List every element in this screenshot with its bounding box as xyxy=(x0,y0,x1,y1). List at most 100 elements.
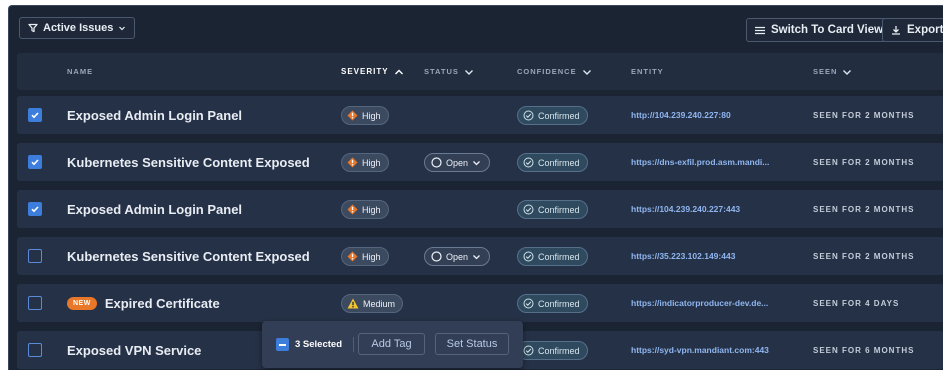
chevron-down-icon xyxy=(473,254,480,259)
confidence-label: Confirmed xyxy=(538,110,580,121)
table-row[interactable]: Kubernetes Sensitive Content Exposed High… xyxy=(17,237,943,275)
confidence-label: Confirmed xyxy=(538,157,580,168)
entity-link[interactable]: https://104.239.240.227:443 xyxy=(631,190,740,228)
diamond-exclamation-icon xyxy=(347,251,358,262)
severity-badge: High xyxy=(341,153,389,172)
status-dropdown[interactable]: Open xyxy=(424,153,491,172)
row-checkbox[interactable] xyxy=(28,108,42,122)
issue-name-label: Expired Certificate xyxy=(104,295,220,311)
severity-badge: High xyxy=(341,200,389,219)
issue-name[interactable]: Exposed VPN Service xyxy=(67,331,201,369)
check-circle-icon xyxy=(523,251,534,262)
seen-duration: SEEN FOR 2 MONTHS xyxy=(813,110,915,120)
table-row[interactable]: Exposed Admin Login Panel High Confirmed ht… xyxy=(17,96,943,134)
confidence-badge: Confirmed xyxy=(517,106,588,125)
checkmark-icon xyxy=(31,112,39,119)
table-row[interactable]: Kubernetes Sensitive Content Exposed High… xyxy=(17,143,943,181)
check-circle-icon xyxy=(523,345,534,356)
column-seen[interactable]: SEEN xyxy=(813,53,852,90)
issue-name-label: Exposed Admin Login Panel xyxy=(67,201,243,217)
issue-name-label: Kubernetes Sensitive Content Exposed xyxy=(67,248,310,264)
active-issues-filter[interactable]: Active Issues xyxy=(19,17,136,39)
row-checkbox[interactable] xyxy=(28,155,42,169)
checkmark-icon xyxy=(31,206,39,213)
confidence-label: Confirmed xyxy=(538,204,580,215)
severity-label: High xyxy=(362,251,381,262)
issue-name-label: Kubernetes Sensitive Content Exposed xyxy=(67,154,310,170)
table-row[interactable]: Exposed Admin Login Panel High Confirmed ht… xyxy=(17,190,943,228)
status-dropdown[interactable]: Open xyxy=(424,247,491,266)
column-entity-label: ENTITY xyxy=(631,67,664,76)
seen-duration: SEEN FOR 4 DAYS xyxy=(813,298,900,308)
confidence-label: Confirmed xyxy=(538,345,580,356)
column-severity-label: SEVERITY xyxy=(341,67,389,76)
chevron-down-icon xyxy=(119,26,126,31)
download-icon xyxy=(892,26,900,35)
diamond-exclamation-icon xyxy=(347,204,358,215)
export-label: Export xyxy=(907,24,943,36)
column-name[interactable]: NAME xyxy=(67,53,93,90)
divider xyxy=(353,337,354,352)
column-name-label: NAME xyxy=(67,67,94,76)
switch-card-view-button[interactable]: Switch To Card View xyxy=(746,18,893,42)
seen-duration: SEEN FOR 2 MONTHS xyxy=(813,204,915,214)
toolbar: Active Issues Switch To Card View Export xyxy=(9,6,943,50)
confidence-badge: Confirmed xyxy=(517,247,588,266)
selected-count: 3 Selected xyxy=(295,339,342,350)
table-row[interactable]: NEW Expired Certificate Medium Confirmed htt… xyxy=(17,284,943,322)
seen-duration: SEEN FOR 2 MONTHS xyxy=(813,251,915,261)
confidence-label: Confirmed xyxy=(538,251,580,262)
confidence-badge: Confirmed xyxy=(517,153,588,172)
issue-name[interactable]: Exposed Admin Login Panel xyxy=(67,96,242,134)
issue-name[interactable]: Kubernetes Sensitive Content Exposed xyxy=(67,143,310,181)
diamond-exclamation-icon xyxy=(347,157,358,168)
entity-link[interactable]: https://35.223.102.149:443 xyxy=(631,237,735,275)
severity-label: High xyxy=(362,157,381,168)
status-label: Open xyxy=(446,251,469,262)
column-status[interactable]: STATUS xyxy=(424,53,474,90)
severity-badge: High xyxy=(341,247,389,266)
list-icon xyxy=(755,26,765,34)
seen-duration: SEEN FOR 6 MONTHS xyxy=(813,345,915,355)
check-circle-icon xyxy=(523,157,534,168)
chevron-down-icon xyxy=(464,69,473,75)
column-severity[interactable]: SEVERITY xyxy=(341,53,404,90)
row-checkbox[interactable] xyxy=(28,343,42,357)
severity-badge: High xyxy=(341,106,389,125)
indeterminate-checkbox[interactable] xyxy=(276,338,289,351)
export-button[interactable]: Export xyxy=(882,18,943,42)
column-entity[interactable]: ENTITY xyxy=(631,53,664,90)
chevron-up-icon xyxy=(394,69,403,74)
issue-name[interactable]: Exposed Admin Login Panel xyxy=(67,190,242,228)
confidence-badge: Confirmed xyxy=(517,341,588,360)
row-checkbox[interactable] xyxy=(28,202,42,216)
entity-link[interactable]: https://indicatorproducer-dev.de... xyxy=(631,284,768,322)
seen-duration: SEEN FOR 2 MONTHS xyxy=(813,157,915,167)
issue-name[interactable]: Kubernetes Sensitive Content Exposed xyxy=(67,237,310,275)
row-checkbox[interactable] xyxy=(28,249,42,263)
row-checkbox[interactable] xyxy=(28,296,42,310)
status-label: Open xyxy=(446,157,469,168)
column-status-label: STATUS xyxy=(424,67,459,76)
add-tag-button[interactable]: Add Tag xyxy=(358,333,425,355)
check-circle-icon xyxy=(523,298,534,309)
chevron-down-icon xyxy=(473,160,480,165)
checkmark-icon xyxy=(31,159,39,166)
issue-name[interactable]: NEW Expired Certificate xyxy=(67,284,220,322)
selection-bar: 3 Selected Add Tag Set Status xyxy=(262,321,523,368)
chevron-down-icon xyxy=(582,69,591,75)
issue-name-label: Exposed Admin Login Panel xyxy=(67,107,243,123)
check-circle-icon xyxy=(523,110,534,121)
filter-label: Active Issues xyxy=(43,22,114,34)
card-view-label: Switch To Card View xyxy=(771,24,884,36)
entity-link[interactable]: https://syd-vpn.mandiant.com:443 xyxy=(631,331,769,369)
entity-link[interactable]: https://dns-exfil.prod.asm.mandi... xyxy=(631,143,769,181)
circle-icon xyxy=(431,251,442,262)
column-confidence[interactable]: CONFIDENCE xyxy=(517,53,592,90)
circle-icon xyxy=(431,157,442,168)
column-seen-label: SEEN xyxy=(813,67,838,76)
entity-link[interactable]: http://104.239.240.227:80 xyxy=(631,96,731,134)
set-status-button[interactable]: Set Status xyxy=(435,333,509,355)
issues-panel: Active Issues Switch To Card View Export… xyxy=(8,5,943,370)
severity-label: High xyxy=(362,204,381,215)
